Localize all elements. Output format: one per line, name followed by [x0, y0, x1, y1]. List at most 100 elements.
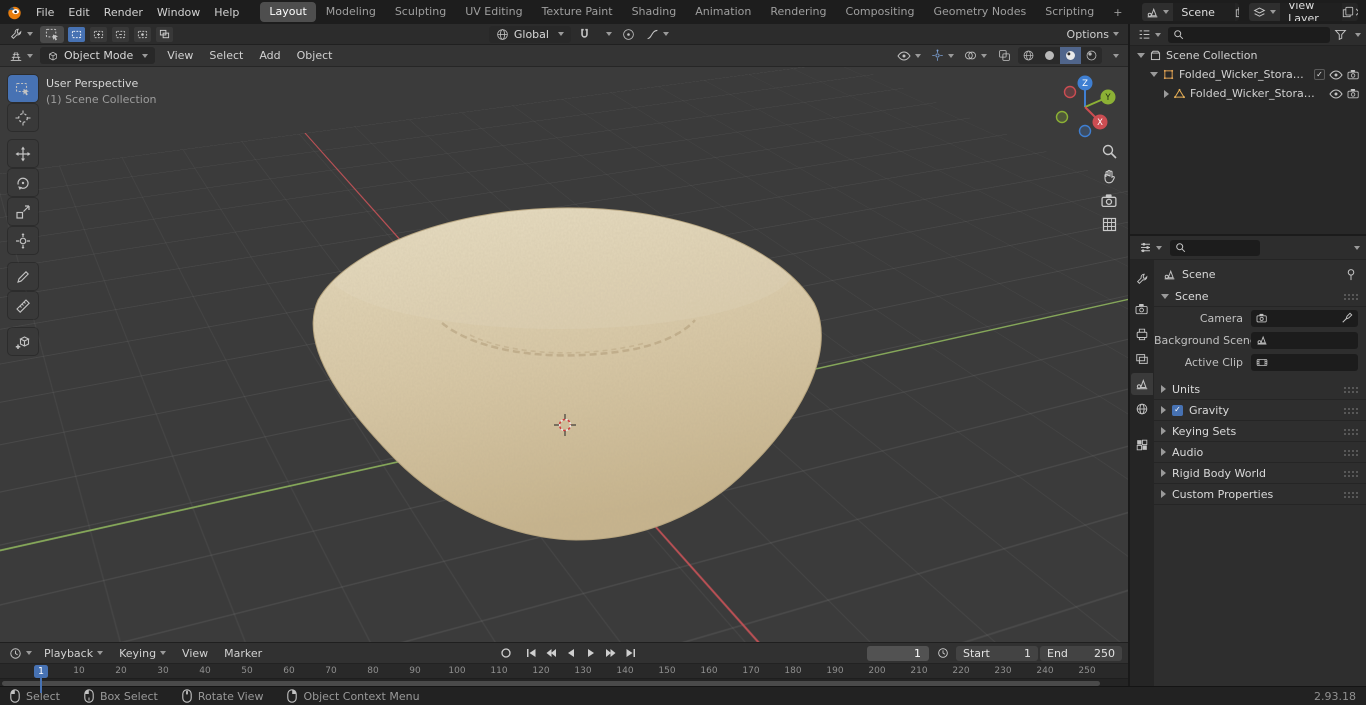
new-view-layer-button[interactable] — [1342, 3, 1354, 21]
blender-logo-icon[interactable] — [6, 4, 23, 21]
workspace-tab[interactable]: UV Editing — [456, 2, 531, 22]
disclosure-open-icon[interactable] — [1137, 53, 1145, 58]
options-dropdown[interactable]: Options — [1064, 26, 1122, 43]
outliner-row-object-collection[interactable]: Folded_Wicker_Storage_Bask — [1130, 65, 1366, 84]
eyedropper-icon[interactable] — [1341, 312, 1353, 324]
viewport-menu[interactable]: Object — [289, 46, 341, 65]
tab-scene[interactable] — [1131, 373, 1153, 395]
viewport-menu[interactable]: Add — [251, 46, 288, 65]
tool-add-cube-button[interactable] — [8, 328, 38, 355]
workspace-tab[interactable]: Texture Paint — [533, 2, 622, 22]
tool-cursor-button[interactable] — [8, 104, 38, 131]
browse-view-layer-button[interactable] — [1249, 3, 1281, 21]
tab-texture[interactable] — [1131, 434, 1153, 456]
xray-toggle-button[interactable] — [994, 47, 1014, 64]
editor-type-button[interactable] — [6, 26, 36, 43]
basket-object[interactable] — [0, 67, 1128, 642]
panel-units[interactable]: Units — [1154, 379, 1366, 400]
frame-start-field[interactable]: Start 1 — [956, 645, 1038, 661]
ortho-toggle-icon[interactable] — [1101, 216, 1118, 233]
panel-keying-sets[interactable]: Keying Sets — [1154, 421, 1366, 442]
workspace-tab[interactable]: Layout — [260, 2, 316, 22]
gizmo-axis-y-neg[interactable] — [1055, 110, 1069, 124]
playback-menu[interactable]: Playback — [37, 645, 110, 662]
panel-rigid-body-world[interactable]: Rigid Body World — [1154, 463, 1366, 484]
proportional-edit-toggle[interactable] — [619, 26, 639, 43]
viewport-editor-type-button[interactable] — [6, 47, 36, 64]
topbar-menu[interactable]: Window — [150, 3, 207, 22]
topbar-menu[interactable]: Edit — [61, 3, 96, 22]
outliner-filter-dropdown[interactable] — [1355, 32, 1361, 37]
add-workspace-button[interactable]: + — [1105, 3, 1130, 22]
workspace-tab[interactable]: Sculpting — [386, 2, 455, 22]
mode-dropdown[interactable]: Object Mode — [40, 47, 156, 64]
scene-name[interactable]: Scene — [1173, 3, 1236, 21]
jump-start-button[interactable] — [522, 646, 539, 661]
navigation-gizmo[interactable]: Z Y X — [1045, 67, 1125, 147]
tool-move-button[interactable] — [8, 140, 38, 167]
gizmo-axis-x-neg[interactable] — [1063, 85, 1077, 99]
workspace-tab[interactable]: Compositing — [837, 2, 924, 22]
workspace-tab[interactable]: Rendering — [761, 2, 835, 22]
tool-rotate-button[interactable] — [8, 169, 38, 196]
properties-search[interactable] — [1170, 239, 1260, 256]
timeline-scrollbar[interactable] — [0, 678, 1128, 686]
browse-scene-button[interactable] — [1142, 3, 1174, 21]
autokey-record-button[interactable] — [497, 646, 514, 661]
play-reverse-button[interactable] — [562, 646, 579, 661]
playhead[interactable]: 1 — [34, 665, 49, 693]
new-scene-button[interactable] — [1235, 3, 1240, 21]
hide-eye-icon[interactable] — [1329, 88, 1343, 100]
disable-render-camera-icon[interactable] — [1347, 88, 1360, 99]
camera-view-icon[interactable] — [1101, 193, 1118, 208]
workspace-tab[interactable]: Geometry Nodes — [924, 2, 1035, 22]
use-preview-range-button[interactable] — [934, 646, 951, 661]
gizmos-dropdown[interactable] — [928, 47, 957, 64]
panel-custom-properties[interactable]: Custom Properties — [1154, 484, 1366, 505]
gizmo-axis-z-neg[interactable] — [1078, 124, 1092, 138]
select-mode-invert-button[interactable] — [134, 26, 151, 42]
topbar-menu[interactable]: Help — [207, 3, 246, 22]
jump-end-button[interactable] — [622, 646, 639, 661]
outliner-row-scene-collection[interactable]: Scene Collection — [1130, 46, 1366, 65]
keying-menu[interactable]: Keying — [112, 645, 173, 662]
disclosure-closed-icon[interactable] — [1164, 89, 1169, 98]
shading-wireframe-button[interactable] — [1018, 47, 1039, 64]
shading-solid-button[interactable] — [1039, 47, 1060, 64]
viewport-3d[interactable]: User Perspective (1) Scene Collection Z … — [0, 67, 1128, 642]
outliner-editor-type-button[interactable] — [1135, 26, 1164, 43]
view-menu[interactable]: View — [175, 645, 215, 662]
tool-annotate-button[interactable] — [8, 263, 38, 290]
object-visibility-dropdown[interactable] — [894, 47, 924, 64]
camera-field[interactable] — [1251, 309, 1358, 327]
transform-orientation-dropdown[interactable]: Global — [488, 25, 571, 43]
tool-transform-button[interactable] — [8, 227, 38, 254]
outliner-row-mesh-object[interactable]: Folded_Wicker_Storage_l — [1130, 84, 1366, 103]
disclosure-open-icon[interactable] — [1150, 72, 1158, 77]
select-mode-subtract-button[interactable] — [112, 26, 129, 42]
overlays-dropdown[interactable] — [961, 47, 990, 64]
topbar-menu[interactable]: Render — [97, 3, 150, 22]
tab-tool[interactable] — [1131, 268, 1153, 290]
topbar-menu[interactable]: File — [29, 3, 61, 22]
next-keyframe-button[interactable] — [602, 646, 619, 661]
proportional-falloff-dropdown[interactable] — [643, 26, 672, 43]
snap-toggle-button[interactable] — [575, 26, 595, 43]
outliner-search-input[interactable] — [1188, 28, 1325, 41]
hide-eye-icon[interactable] — [1329, 69, 1343, 81]
tool-scale-button[interactable] — [8, 198, 38, 225]
shading-rendered-button[interactable] — [1081, 47, 1102, 64]
scrollbar-handle[interactable] — [2, 680, 1100, 686]
filter-icon[interactable] — [1334, 28, 1347, 41]
properties-editor-type-button[interactable] — [1136, 239, 1165, 256]
tab-output[interactable] — [1131, 323, 1153, 345]
workspace-tab[interactable]: Scripting — [1036, 2, 1103, 22]
workspace-tab[interactable]: Animation — [686, 2, 760, 22]
timeline-ruler[interactable]: 10 20 30 40 50 60 70 80 90 100 110 120 130 140 150 160 1… — [0, 663, 1128, 693]
panel-audio[interactable]: Audio — [1154, 442, 1366, 463]
frame-end-field[interactable]: End 250 — [1040, 645, 1122, 661]
zoom-icon[interactable] — [1101, 143, 1118, 160]
select-mode-extend-button[interactable] — [90, 26, 107, 42]
remove-view-layer-button[interactable] — [1354, 3, 1358, 21]
view-layer-name[interactable]: View Layer — [1280, 3, 1343, 21]
